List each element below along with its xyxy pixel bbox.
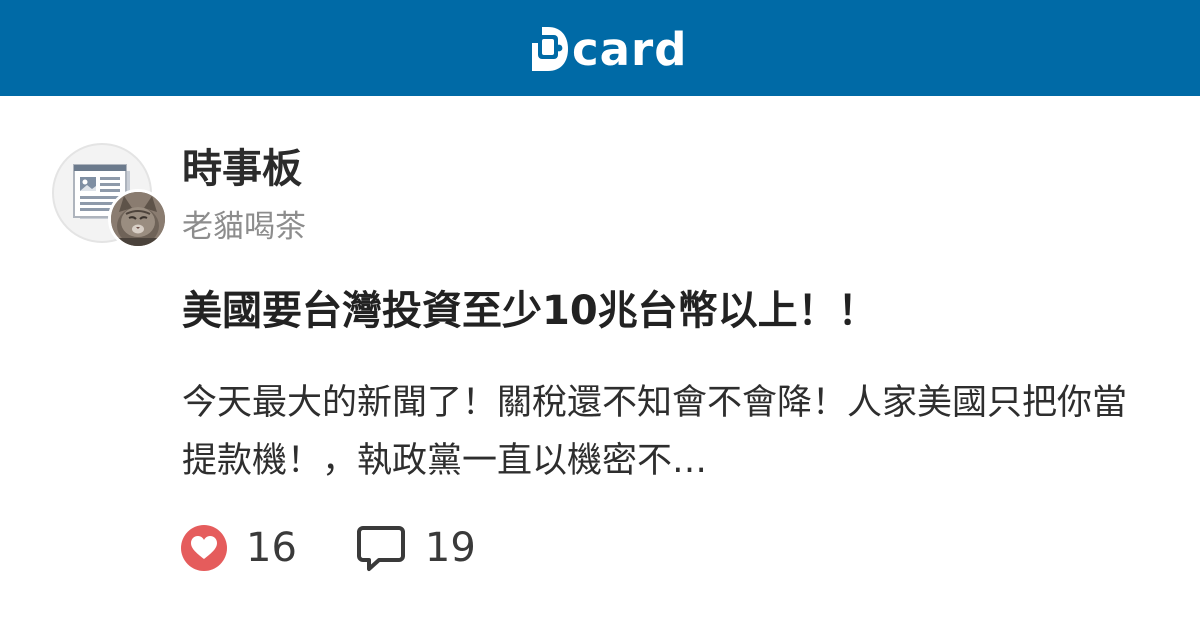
logo-wordmark: card [572,22,688,76]
dcard-logo[interactable]: card [528,16,687,80]
post-stats: 16 19 [180,520,476,576]
author-name[interactable]: 老貓喝茶 [182,205,306,249]
post-title[interactable]: 美國要台灣投資至少10兆台幣以上！！ [182,282,1162,340]
forum-name[interactable]: 時事板 [182,144,302,194]
comment-button[interactable]: 19 [355,522,476,574]
author-avatar[interactable] [108,189,168,249]
top-bar: card [0,0,1200,96]
heart-icon [181,525,227,571]
avatar-group [52,143,170,253]
dcard-d-logo-icon [528,21,568,71]
post-excerpt: 今天最大的新聞了！關稅還不知會不會降！人家美國只把你當提款機！，執政黨一直以機密… [182,383,1128,481]
comment-bubble-icon [356,526,405,571]
comment-count: 19 [424,525,476,571]
cat-avatar-icon [111,192,165,246]
like-count: 16 [246,525,297,571]
like-button[interactable]: 16 [180,524,297,572]
